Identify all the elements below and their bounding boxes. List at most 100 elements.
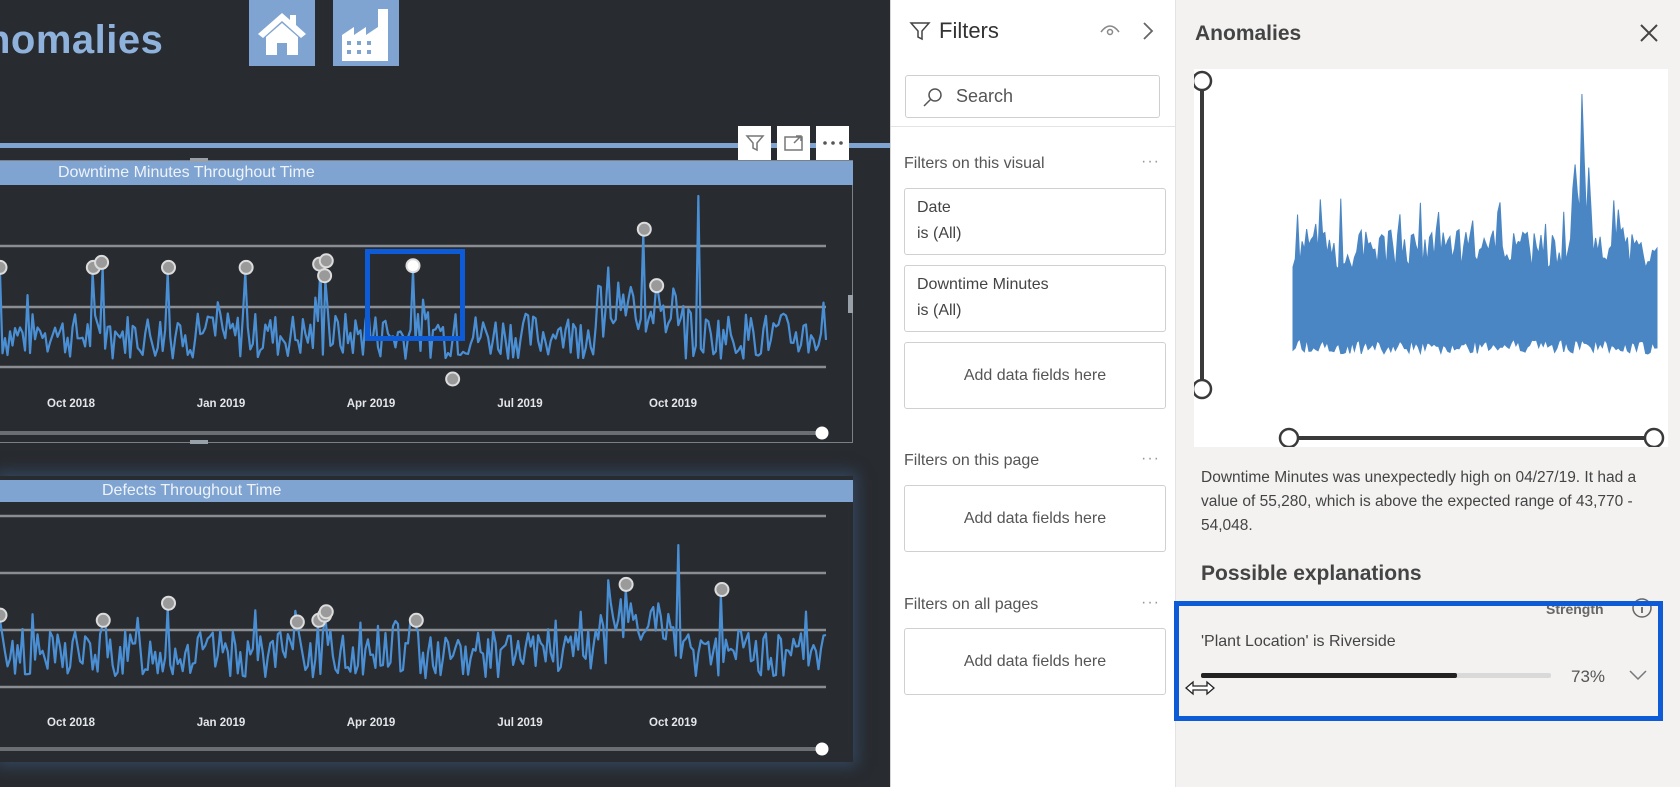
section-label-page: Filters on this page — [904, 452, 1040, 469]
series-line-downtime-minutes — [0, 194, 828, 360]
anomaly-marker[interactable] — [161, 259, 177, 275]
more-options-icon — [822, 141, 843, 145]
more-options-button[interactable] — [816, 126, 849, 160]
anomaly-marker[interactable] — [289, 614, 305, 630]
add-data-label: Add data fields here — [963, 509, 1107, 527]
anomaly-marker-dot — [161, 259, 177, 275]
add-data-field-page[interactable]: Add data fields here — [904, 485, 1166, 552]
search-icon — [923, 87, 942, 107]
y-range-handle-bottom[interactable] — [1191, 378, 1213, 400]
filter-card-value: is (All) — [917, 225, 962, 242]
zoom-slider-handle[interactable] — [815, 742, 829, 756]
anomaly-marker-dot — [317, 268, 333, 284]
filters-pane: Filters Filters on this visual ··· Date … — [890, 0, 1177, 787]
defects-visual[interactable]: Defects Throughout Time Oct 2018 Jan 2019… — [0, 476, 853, 762]
section-more-button[interactable]: ··· — [1141, 594, 1160, 612]
chevron-down-icon — [1629, 670, 1647, 681]
anomaly-marker[interactable] — [408, 612, 424, 628]
anomaly-marker[interactable] — [238, 259, 254, 275]
anomaly-description: Downtime Minutes was unexpectedly high o… — [1201, 469, 1637, 534]
section-label-all-pages: Filters on all pages — [904, 596, 1039, 613]
add-data-field-all-pages[interactable]: Add data fields here — [904, 628, 1166, 695]
collapse-filters-button[interactable] — [1141, 20, 1155, 47]
section-more-button[interactable]: ··· — [1141, 450, 1160, 468]
filter-card-name: Date — [917, 199, 951, 216]
anomaly-marker[interactable] — [94, 254, 110, 270]
downtime-chart[interactable]: Oct 2018 Jan 2019 Apr 2019 Jul 2019 Oct 2019 — [0, 161, 853, 444]
visual-header — [738, 126, 849, 160]
y-range-handle-top[interactable] — [1191, 70, 1213, 92]
close-anomalies-button[interactable] — [1638, 22, 1660, 49]
filter-icon — [909, 22, 931, 41]
resize-cursor-icon — [1184, 680, 1218, 701]
filter-card-date[interactable]: Date is (All) — [904, 188, 1166, 255]
x-tick-label: Jan 2019 — [197, 398, 246, 410]
downtime-visual[interactable]: Downtime Minutes Throughout Time Oct 201… — [0, 158, 853, 444]
resize-handle-right[interactable] — [848, 295, 853, 313]
anomaly-marker[interactable] — [445, 371, 461, 387]
filters-search[interactable] — [905, 75, 1160, 118]
expand-explanation-button[interactable] — [1628, 668, 1648, 687]
anomaly-marker[interactable] — [161, 595, 177, 611]
visibility-toggle[interactable] — [1099, 20, 1121, 45]
anomaly-marker[interactable] — [317, 268, 333, 284]
anomaly-detail-chart[interactable] — [1191, 69, 1668, 449]
explanations-heading: Possible explanations — [1201, 562, 1422, 585]
x-tick-label: Oct 2018 — [47, 717, 96, 729]
strength-label: Strength — [1546, 601, 1604, 617]
add-data-label: Add data fields here — [963, 652, 1107, 670]
section-more-button[interactable]: ··· — [1141, 153, 1160, 171]
anomaly-marker-dot — [405, 258, 421, 274]
anomaly-marker[interactable] — [636, 221, 652, 237]
home-icon — [258, 13, 306, 55]
anomaly-marker-dot — [714, 582, 730, 598]
page-title: nomalies — [0, 18, 164, 62]
anomaly-marker[interactable] — [95, 612, 111, 628]
anomaly-marker[interactable] — [618, 576, 634, 592]
anomaly-marker-dot — [289, 614, 305, 630]
anomaly-marker[interactable] — [649, 278, 665, 294]
filters-search-input[interactable] — [956, 86, 1146, 107]
anomaly-marker-dot — [161, 595, 177, 611]
series-line-defects — [0, 543, 827, 680]
anomaly-marker[interactable] — [0, 259, 8, 275]
visual-filter-button[interactable] — [738, 126, 771, 160]
anomaly-marker[interactable] — [714, 582, 730, 598]
eye-icon — [1100, 25, 1120, 36]
resize-handle-bottom[interactable] — [190, 440, 208, 444]
focus-mode-icon — [783, 135, 803, 151]
x-range-handle-start[interactable] — [1278, 427, 1300, 449]
anomaly-marker[interactable] — [318, 604, 334, 620]
anomaly-marker-dot — [445, 371, 461, 387]
anomaly-marker-dot — [318, 604, 334, 620]
focus-mode-button[interactable] — [777, 126, 810, 160]
resize-handle-top[interactable] — [190, 158, 208, 162]
anomaly-marker-dot — [238, 259, 254, 275]
add-data-label: Add data fields here — [963, 366, 1107, 384]
zoom-slider-handle[interactable] — [815, 426, 829, 440]
anomaly-detail-svg[interactable] — [1191, 69, 1668, 449]
strength-info-button[interactable] — [1631, 597, 1653, 624]
add-data-field-visual[interactable]: Add data fields here — [904, 342, 1166, 409]
defects-chart[interactable]: Oct 2018 Jan 2019 Apr 2019 Jul 2019 Oct 2019 — [0, 476, 853, 762]
filter-card-downtime-minutes[interactable]: Downtime Minutes is (All) — [904, 265, 1166, 332]
anomaly-marker-dot — [0, 259, 8, 275]
x-tick-label: Jul 2019 — [497, 398, 542, 410]
explanation-label: 'Plant Location' is Riverside — [1201, 633, 1396, 650]
explanation-highlight — [1174, 601, 1663, 721]
home-button[interactable] — [249, 0, 315, 66]
anomalies-pane: Anomalies Downtime Minutes was unexpecte… — [1174, 0, 1680, 787]
anomaly-marker-dot — [318, 253, 334, 269]
close-icon — [1640, 24, 1658, 42]
anomaly-marker[interactable] — [318, 253, 334, 269]
anomalies-title: Anomalies — [1195, 22, 1302, 45]
anomaly-marker[interactable] — [0, 607, 8, 623]
anomaly-marker[interactable] — [405, 258, 421, 274]
x-range-handle-end[interactable] — [1643, 427, 1665, 449]
x-tick-label: Jan 2019 — [197, 717, 246, 729]
report-canvas: nomalies Downtime Minutes Throughout Tim… — [0, 0, 890, 787]
section-label-visual: Filters on this visual — [904, 155, 1045, 172]
chevron-right-icon — [1143, 22, 1154, 40]
plant-button[interactable] — [333, 0, 399, 66]
strength-bar — [1201, 673, 1551, 678]
